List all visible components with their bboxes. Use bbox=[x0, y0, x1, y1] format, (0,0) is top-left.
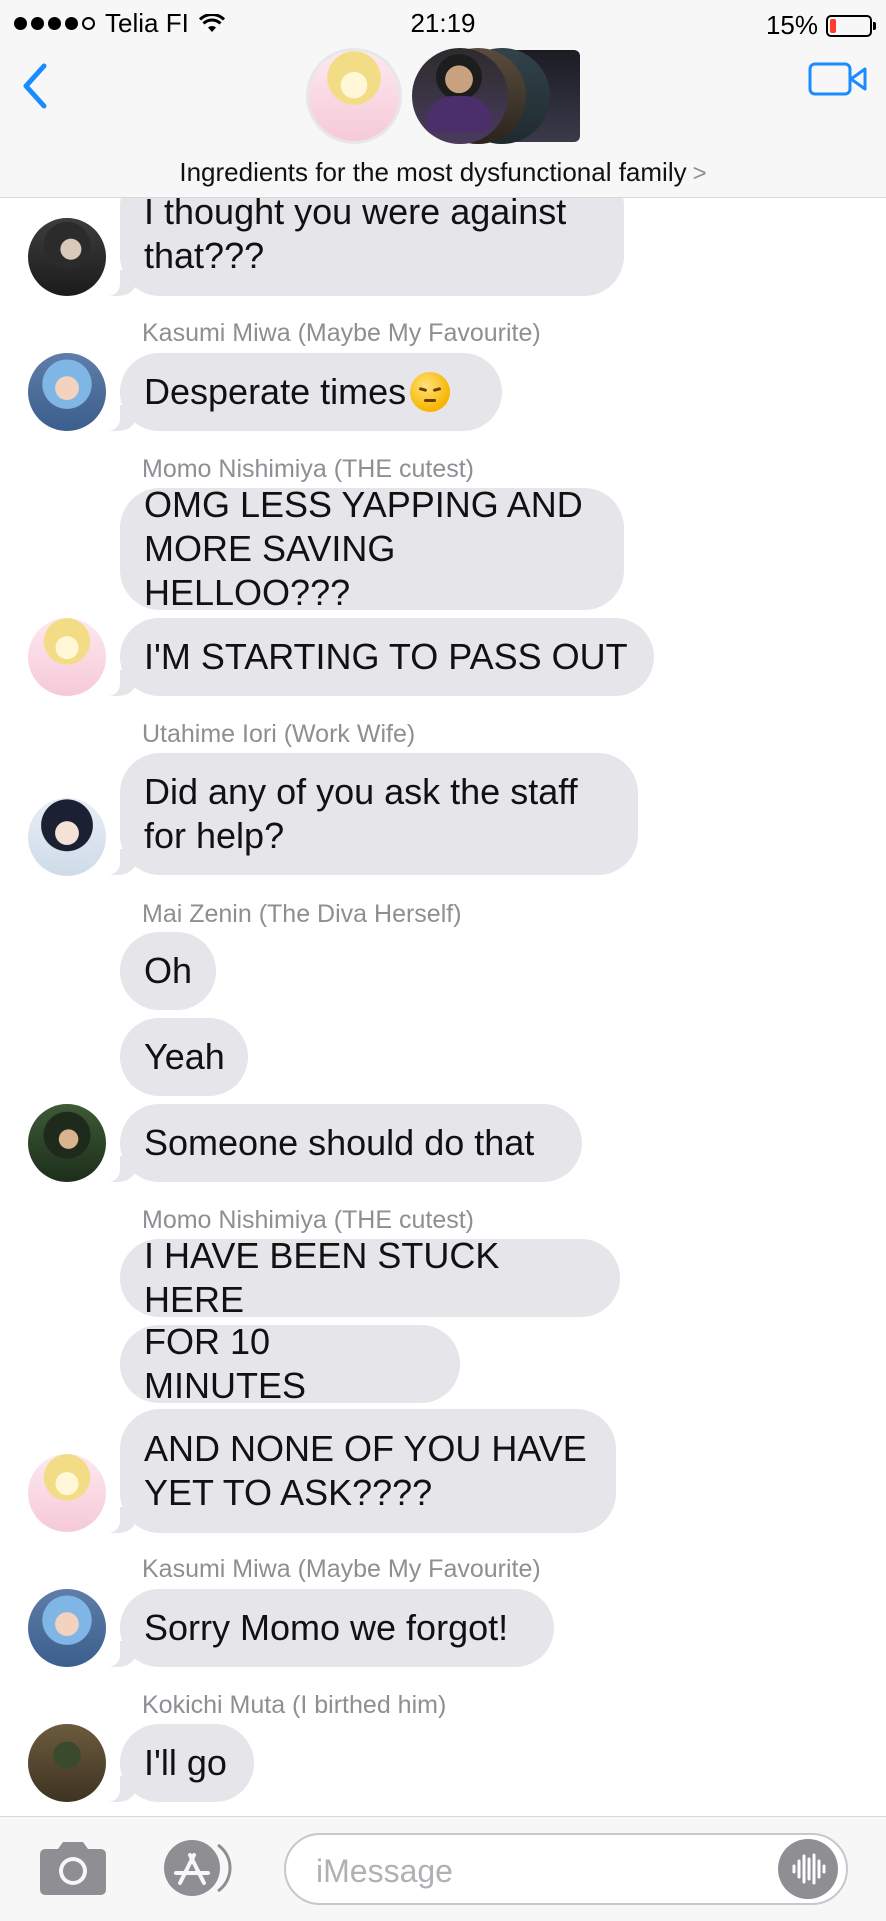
input-placeholder: iMessage bbox=[316, 1853, 453, 1889]
status-bar: Telia FI 21:19 15% bbox=[0, 0, 886, 48]
group-avatar bbox=[412, 48, 508, 144]
message-bubble[interactable]: I'll go bbox=[100, 1724, 254, 1802]
message-bubble[interactable]: Did any of you ask the staff for help? bbox=[100, 753, 638, 875]
group-avatars[interactable] bbox=[306, 48, 586, 148]
avatar[interactable] bbox=[28, 1724, 106, 1802]
message-text: I thought you were against that??? bbox=[144, 191, 567, 276]
message-text: I HAVE BEEN STUCK HERE bbox=[144, 1235, 500, 1320]
status-right: 15% bbox=[765, 10, 876, 41]
message-text: Yeah bbox=[144, 1036, 225, 1077]
video-camera-icon[interactable] bbox=[808, 60, 868, 98]
avatar[interactable] bbox=[28, 1454, 106, 1532]
message-bubble[interactable]: AND NONE OF YOU HAVE YET TO ASK???? bbox=[100, 1409, 616, 1533]
sender-name: Kasumi Miwa (Maybe My Favourite) bbox=[142, 1555, 541, 1583]
pensive-face-emoji-icon bbox=[410, 372, 451, 412]
avatar[interactable] bbox=[28, 353, 106, 431]
sender-name: Momo Nishimiya (THE cutest) bbox=[142, 1206, 474, 1234]
battery-icon bbox=[826, 14, 876, 37]
message-bubble[interactable]: Desperate times bbox=[100, 353, 502, 431]
message-bubble[interactable]: Sorry Momo we forgot! bbox=[100, 1589, 554, 1667]
message-bubble[interactable]: Oh bbox=[120, 932, 216, 1010]
avatar[interactable] bbox=[28, 218, 106, 296]
message-text: AND NONE OF YOU HAVE YET TO ASK???? bbox=[144, 1428, 587, 1513]
conversation-header: Telia FI 21:19 15% Ingredients for the m… bbox=[0, 0, 886, 198]
message-bubble[interactable]: FOR 10 MINUTES bbox=[120, 1321, 460, 1406]
avatar[interactable] bbox=[28, 1589, 106, 1667]
group-title-text: Ingredients for the most dysfunctional f… bbox=[179, 157, 687, 187]
avatar[interactable] bbox=[28, 618, 106, 696]
avatar[interactable] bbox=[28, 798, 106, 876]
message-bubble[interactable]: Yeah bbox=[120, 1018, 248, 1096]
app-store-icon[interactable] bbox=[156, 1839, 236, 1897]
battery-level bbox=[830, 18, 836, 33]
message-text: Someone should do that bbox=[144, 1122, 535, 1163]
message-thread: I thought you were against that??? Kasum… bbox=[0, 0, 886, 1920]
group-avatar bbox=[306, 48, 402, 144]
camera-icon[interactable] bbox=[36, 1839, 110, 1897]
battery-percent: 15% bbox=[765, 10, 818, 40]
message-text: I'll go bbox=[144, 1742, 227, 1783]
sender-name: Mai Zenin (The Diva Herself) bbox=[142, 900, 462, 928]
message-text: FOR 10 MINUTES bbox=[144, 1321, 306, 1406]
message-text: Did any of you ask the staff for help? bbox=[144, 771, 578, 856]
status-time: 21:19 bbox=[410, 8, 476, 38]
group-title[interactable]: Ingredients for the most dysfunctional f… bbox=[0, 157, 886, 188]
back-chevron-icon[interactable] bbox=[14, 58, 54, 114]
chevron-right-icon: > bbox=[692, 160, 707, 187]
avatar[interactable] bbox=[28, 1104, 106, 1182]
sender-name: Utahime Iori (Work Wife) bbox=[142, 720, 416, 748]
message-text: Desperate times bbox=[144, 371, 407, 412]
message-bubble[interactable]: I'M STARTING TO PASS OUT bbox=[100, 618, 654, 696]
imessage-input[interactable]: iMessage bbox=[284, 1833, 848, 1905]
input-bar: iMessage bbox=[0, 1816, 886, 1921]
message-text: OMG LESS YAPPING AND MORE SAVING HELLOO?… bbox=[144, 484, 583, 613]
message-text: I'M STARTING TO PASS OUT bbox=[144, 636, 628, 677]
sender-name: Kokichi Muta (I birthed him) bbox=[142, 1691, 447, 1719]
sender-name: Momo Nishimiya (THE cutest) bbox=[142, 455, 474, 483]
message-bubble[interactable]: OMG LESS YAPPING AND MORE SAVING HELLOO?… bbox=[120, 484, 624, 613]
sender-name: Kasumi Miwa (Maybe My Favourite) bbox=[142, 319, 541, 347]
message-bubble[interactable]: I HAVE BEEN STUCK HERE bbox=[120, 1235, 620, 1320]
message-text: Sorry Momo we forgot! bbox=[144, 1607, 509, 1648]
audio-waveform-icon[interactable] bbox=[778, 1839, 838, 1899]
message-text: Oh bbox=[144, 950, 193, 991]
message-bubble[interactable]: Someone should do that bbox=[100, 1104, 582, 1182]
